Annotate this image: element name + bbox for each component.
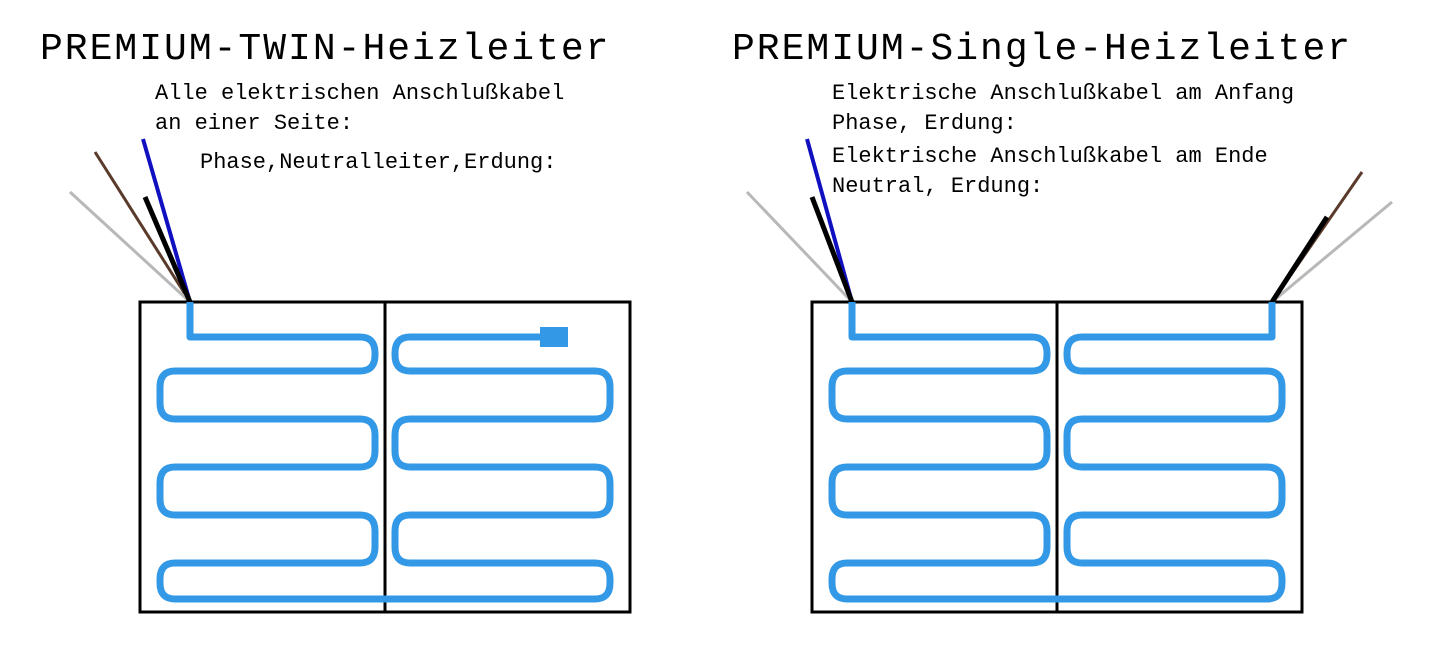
single-text-1: Elektrische Anschlußkabel am Anfang (832, 79, 1294, 109)
twin-text-1: Alle elektrischen Anschlußkabel (155, 79, 564, 109)
twin-title: PREMIUM-TWIN-Heizleiter (40, 28, 720, 71)
twin-text-block: Alle elektrischen Anschlußkabel an einer… (155, 75, 564, 178)
diagram-row: PREMIUM-TWIN-Heizleiter Alle elektrische… (40, 20, 1412, 617)
single-text-4: Neutral, Erdung: (832, 172, 1294, 202)
wire-sheath (145, 197, 190, 302)
twin-column: PREMIUM-TWIN-Heizleiter Alle elektrische… (40, 20, 720, 617)
wire-sheath-left (812, 197, 852, 302)
twin-text-2: an einer Seite: (155, 109, 564, 139)
wire-sheath-right (1272, 217, 1327, 302)
single-text-2: Phase, Erdung: (832, 109, 1294, 139)
single-text-block: Elektrische Anschlußkabel am Anfang Phas… (832, 75, 1294, 202)
single-title: PREMIUM-Single-Heizleiter (732, 28, 1412, 71)
single-text-3: Elektrische Anschlußkabel am Ende (832, 138, 1294, 172)
single-column: PREMIUM-Single-Heizleiter Elektrische An… (732, 20, 1412, 617)
twin-end-cap (540, 327, 568, 347)
twin-text-3: Phase,Neutralleiter,Erdung: (155, 138, 564, 178)
